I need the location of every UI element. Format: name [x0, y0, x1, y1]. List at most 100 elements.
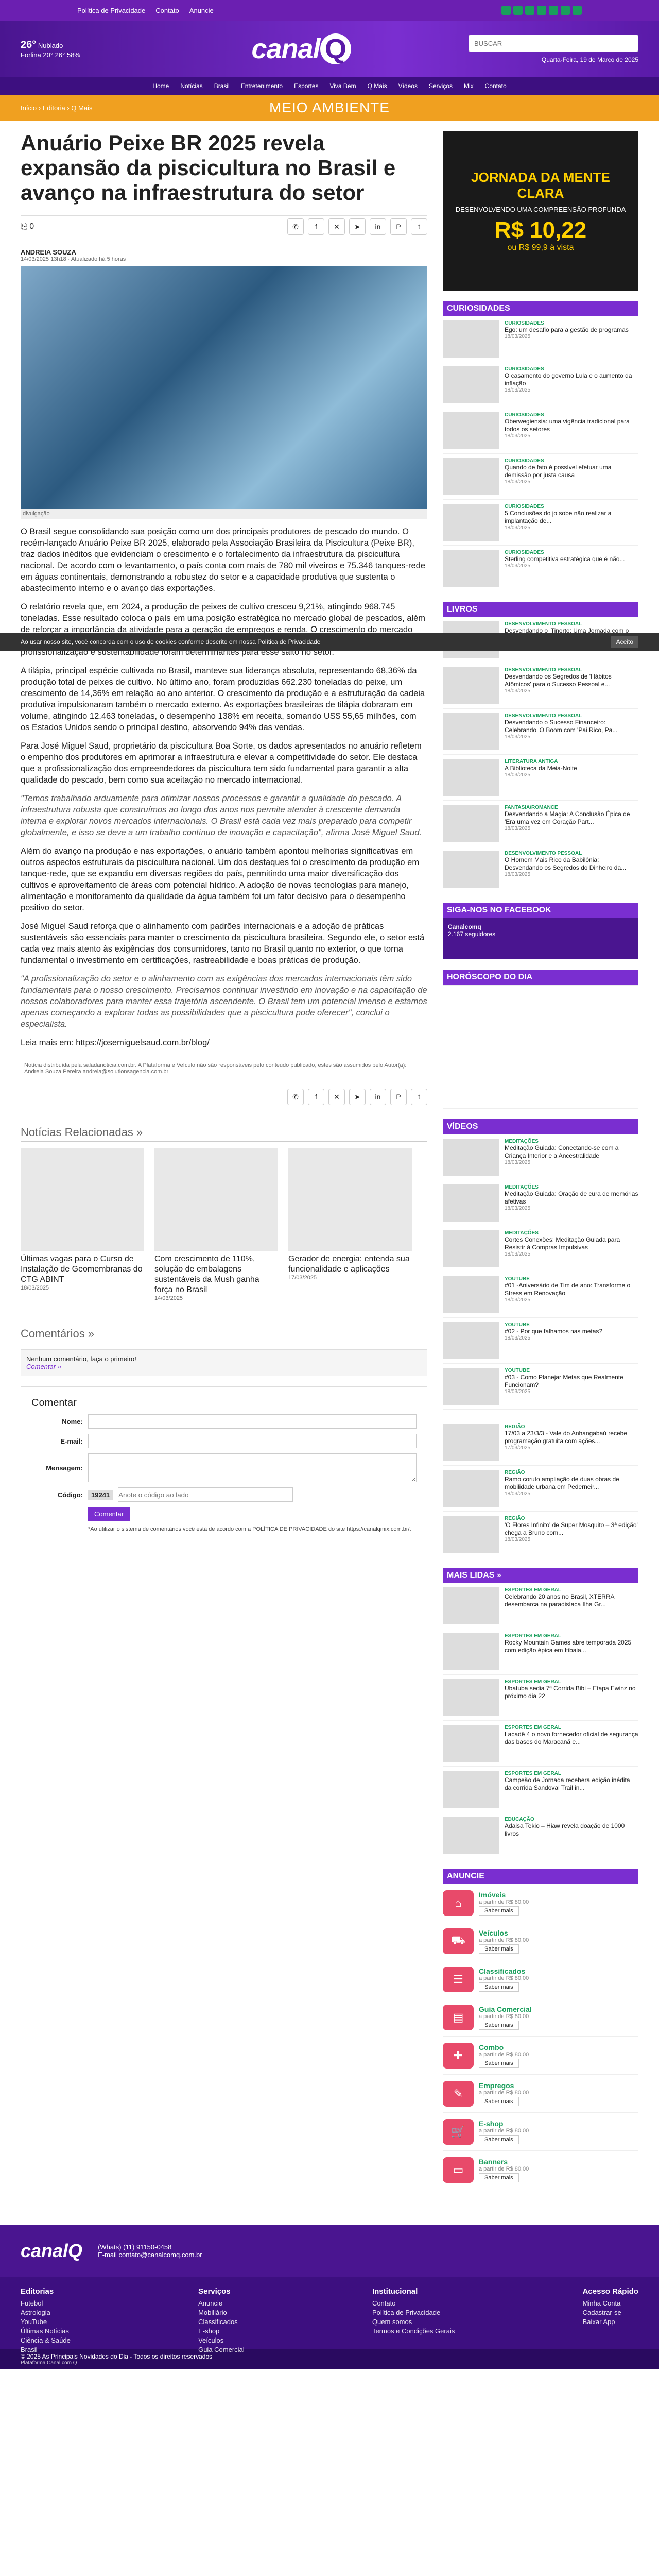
cookie-accept-button[interactable]: Aceito: [611, 636, 638, 648]
sidebar-headline[interactable]: Desvendando os Segredos de 'Hábitos Atôm…: [505, 673, 638, 688]
anuncie-link[interactable]: Saber mais: [479, 2096, 519, 2106]
sidebar-item[interactable]: MEDITAÇÕES Cortes Conexões: Meditação Gui…: [443, 1226, 638, 1272]
tiktok-icon[interactable]: [573, 6, 582, 15]
footer-link[interactable]: Contato: [372, 2299, 455, 2308]
anuncie-link[interactable]: Saber mais: [479, 1982, 519, 1992]
anuncie-link[interactable]: Saber mais: [479, 1906, 519, 1916]
code-field[interactable]: [118, 1487, 293, 1502]
whatsapp-icon[interactable]: [561, 6, 570, 15]
footer-link[interactable]: Últimas Notícias: [21, 2327, 71, 2336]
sidebar-thumb[interactable]: [443, 1679, 499, 1716]
sidebar-item[interactable]: REGIÃO 17/03 a 23/3/3 - Vale do Anhangaba…: [443, 1420, 638, 1466]
sidebar-thumb[interactable]: [443, 1276, 499, 1313]
sidebar-headline[interactable]: O Homem Mais Rico da Babilônia: Desvenda…: [505, 856, 638, 872]
sidebar-headline[interactable]: Meditação Guiada: Oração de cura de memó…: [505, 1190, 638, 1206]
footer-link[interactable]: Astrologia: [21, 2308, 71, 2317]
footer-link[interactable]: Cadastrar-se: [583, 2308, 638, 2317]
nav-item[interactable]: Home: [152, 82, 169, 90]
sidebar-thumb[interactable]: [443, 1368, 499, 1405]
x-share-icon[interactable]: ✕: [328, 1089, 345, 1105]
sidebar-thumb[interactable]: [443, 366, 499, 403]
sidebar-item[interactable]: ESPORTES EM GERAL Campeão de Jornada rece…: [443, 1767, 638, 1812]
top-link[interactable]: Política de Privacidade: [77, 7, 145, 14]
site-logo[interactable]: canal Q: [251, 33, 351, 65]
nav-item[interactable]: Q Mais: [368, 82, 387, 90]
sidebar-thumb[interactable]: [443, 412, 499, 449]
related-image[interactable]: [21, 1148, 144, 1251]
email-field[interactable]: [88, 1434, 417, 1448]
sidebar-headline[interactable]: Oberwegiensia: uma vigência tradicional …: [505, 418, 638, 433]
sidebar-thumb[interactable]: [443, 1771, 499, 1808]
top-link[interactable]: Contato: [155, 7, 179, 14]
sidebar-headline[interactable]: Rocky Mountain Games abre temporada 2025…: [505, 1639, 638, 1654]
sidebar-headline[interactable]: 17/03 a 23/3/3 - Vale do Anhangabaú rece…: [505, 1430, 638, 1445]
related-title[interactable]: Com crescimento de 110%, solução de emba…: [154, 1254, 278, 1295]
sidebar-ad[interactable]: JORNADA DA MENTE CLARA DESENVOLVENDO UMA…: [443, 131, 638, 291]
sidebar-headline[interactable]: Sterling competitiva estratégica que é n…: [505, 555, 625, 563]
related-item[interactable]: Últimas vagas para o Curso de Instalação…: [21, 1148, 144, 1301]
sidebar-item[interactable]: CURIOSIDADES Oberwegiensia: uma vigência …: [443, 408, 638, 454]
twitter-icon[interactable]: [525, 6, 534, 15]
search-input[interactable]: [469, 35, 638, 52]
sidebar-item[interactable]: CURIOSIDADES Quando de fato é possível ef…: [443, 454, 638, 500]
related-item[interactable]: Gerador de energia: entenda sua funciona…: [288, 1148, 412, 1301]
sidebar-headline[interactable]: Quando de fato é possível efetuar uma de…: [505, 464, 638, 479]
related-image[interactable]: [154, 1148, 278, 1251]
anuncie-link[interactable]: Saber mais: [479, 2058, 519, 2068]
anuncie-item[interactable]: ☰ Classificados a partir de R$ 80,00 Saber …: [443, 1960, 638, 1998]
sidebar-thumb[interactable]: [443, 713, 499, 750]
sidebar-thumb[interactable]: [443, 1322, 499, 1359]
nav-item[interactable]: Brasil: [214, 82, 230, 90]
nav-item[interactable]: Viva Bem: [330, 82, 356, 90]
telegram-share-icon[interactable]: ➤: [349, 218, 366, 235]
footer-link[interactable]: Futebol: [21, 2299, 71, 2308]
sidebar-item[interactable]: REGIÃO Ramo coruto ampliação de duas obra…: [443, 1466, 638, 1512]
sidebar-headline[interactable]: Adaisa Tekio – Hiaw revela doação de 100…: [505, 1822, 638, 1838]
top-link[interactable]: Anuncie: [189, 7, 214, 14]
sidebar-headline[interactable]: O casamento do governo Lula e o aumento …: [505, 372, 638, 387]
nav-item[interactable]: Vídeos: [398, 82, 418, 90]
linkedin-share-icon[interactable]: in: [370, 218, 386, 235]
facebook-widget[interactable]: Canalcomq 2.167 seguidores: [443, 918, 638, 959]
sidebar-item[interactable]: CURIOSIDADES 5 Conclusões do jo sobe não …: [443, 500, 638, 546]
sidebar-item[interactable]: YOUTUBE #03 - Como Planejar Metas que Rea…: [443, 1364, 638, 1410]
sidebar-item[interactable]: CURIOSIDADES Sterling competitiva estraté…: [443, 546, 638, 591]
sidebar-thumb[interactable]: [443, 1725, 499, 1762]
sidebar-item[interactable]: MEDITAÇÕES Meditação Guiada: Conectando-s…: [443, 1134, 638, 1180]
facebook-share-icon[interactable]: f: [308, 218, 324, 235]
footer-link[interactable]: Quem somos: [372, 2317, 455, 2327]
pinterest-share-icon[interactable]: P: [390, 218, 407, 235]
sidebar-thumb[interactable]: [443, 1230, 499, 1267]
footer-link[interactable]: Anuncie: [198, 2299, 245, 2308]
linkedin-share-icon[interactable]: in: [370, 1089, 386, 1105]
footer-link[interactable]: YouTube: [21, 2317, 71, 2327]
name-field[interactable]: [88, 1414, 417, 1429]
anuncie-item[interactable]: ✚ Combo a partir de R$ 80,00 Saber mais: [443, 2037, 638, 2075]
sidebar-thumb[interactable]: [443, 1516, 499, 1553]
sidebar-headline[interactable]: Celebrando 20 anos no Brasil, XTERRA des…: [505, 1593, 638, 1608]
sidebar-thumb[interactable]: [443, 504, 499, 541]
sidebar-headline[interactable]: Ubatuba sedia 7ª Corrida Bibi – Etapa Ew…: [505, 1685, 638, 1700]
related-image[interactable]: [288, 1148, 412, 1251]
sidebar-item[interactable]: YOUTUBE #02 - Por que falhamos nas metas?…: [443, 1318, 638, 1364]
sidebar-headline[interactable]: Campeão de Jornada recebera edição inédi…: [505, 1776, 638, 1792]
sidebar-thumb[interactable]: [443, 1139, 499, 1176]
anuncie-item[interactable]: ▭ Banners a partir de R$ 80,00 Saber mais: [443, 2151, 638, 2189]
sidebar-thumb[interactable]: [443, 1817, 499, 1854]
sidebar-headline[interactable]: #01 -Aniversário de Tim de ano: Transfor…: [505, 1282, 638, 1297]
sidebar-item[interactable]: DESENVOLVIMENTO PESSOAL Desvendando o Suc…: [443, 709, 638, 755]
youtube-icon[interactable]: [537, 6, 546, 15]
nav-item[interactable]: Notícias: [180, 82, 202, 90]
sidebar-thumb[interactable]: [443, 1633, 499, 1670]
sidebar-headline[interactable]: Ramo coruto ampliação de duas obras de m…: [505, 1476, 638, 1491]
footer-link[interactable]: Classificados: [198, 2317, 245, 2327]
instagram-icon[interactable]: [513, 6, 523, 15]
sidebar-thumb[interactable]: [443, 320, 499, 358]
sidebar-thumb[interactable]: [443, 458, 499, 495]
x-share-icon[interactable]: ✕: [328, 218, 345, 235]
footer-link[interactable]: Guia Comercial: [198, 2345, 245, 2354]
sidebar-item[interactable]: MEDITAÇÕES Meditação Guiada: Oração de cu…: [443, 1180, 638, 1226]
sidebar-thumb[interactable]: [443, 1184, 499, 1222]
sidebar-headline[interactable]: #03 - Como Planejar Metas que Realmente …: [505, 1374, 638, 1389]
sidebar-headline[interactable]: Ego: um desafio para a gestão de program…: [505, 326, 629, 334]
